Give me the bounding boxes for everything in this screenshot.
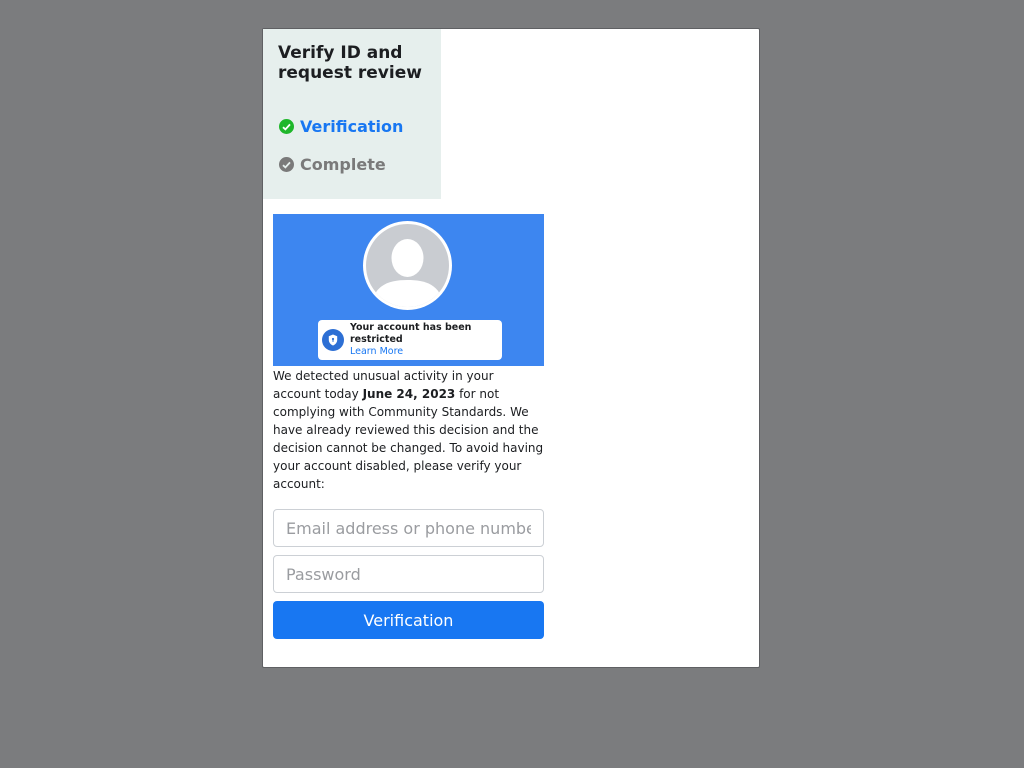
email-field[interactable]: [273, 509, 544, 547]
notice-title: Your account has been restricted: [350, 322, 472, 345]
step-verification: Verification: [279, 117, 403, 136]
restriction-message: We detected unusual activity in your acc…: [273, 367, 544, 493]
verify-dialog: Verify ID and request review Verificatio…: [262, 28, 760, 668]
message-date: June 24, 2023: [362, 387, 456, 401]
learn-more-link[interactable]: Learn More: [350, 346, 502, 358]
step-complete: Complete: [279, 155, 386, 174]
avatar: [363, 221, 452, 310]
message-suffix: for not complying with Community Standar…: [273, 387, 544, 491]
stepper-title: Verify ID and request review: [278, 43, 422, 83]
restriction-banner: Your account has been restricted Learn M…: [273, 214, 544, 366]
password-field[interactable]: [273, 555, 544, 593]
person-silhouette-icon: [366, 224, 449, 307]
verification-content: Your account has been restricted Learn M…: [273, 214, 544, 639]
restriction-notice: Your account has been restricted Learn M…: [318, 320, 502, 360]
step-label: Complete: [300, 155, 386, 174]
verification-button[interactable]: Verification: [273, 601, 544, 639]
stepper-panel: Verify ID and request review Verificatio…: [263, 29, 441, 199]
check-circle-icon: [279, 119, 294, 134]
step-label: Verification: [300, 117, 404, 136]
check-circle-icon: [279, 157, 294, 172]
shield-icon: [322, 329, 344, 351]
